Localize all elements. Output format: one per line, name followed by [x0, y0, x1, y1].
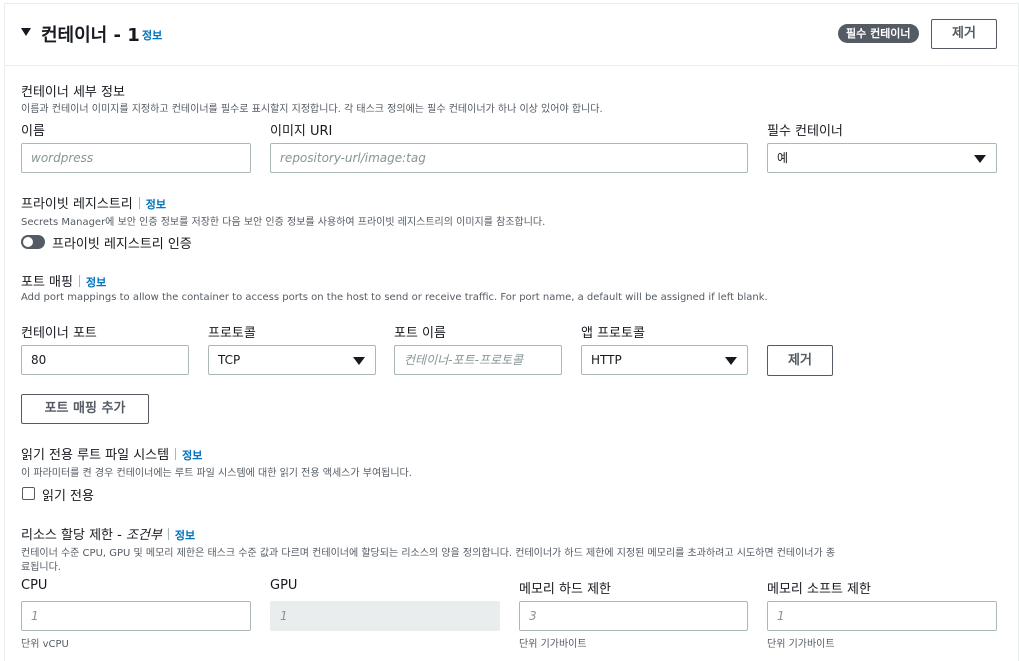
image-uri-label: 이미지 URI [270, 124, 333, 139]
resource-limits-desc-line1: 컨테이너 수준 CPU, GPU 및 메모리 제한은 태스크 수준 값과 다르며… [21, 548, 836, 559]
name-input[interactable]: wordpress [21, 143, 251, 173]
port-mapping-title: 포트 매핑 정보 [21, 271, 106, 290]
remove-container-button[interactable]: 제거 [931, 19, 997, 49]
readonly-fs-title-text: 읽기 전용 루트 파일 시스템 [21, 448, 170, 463]
cpu-label: CPU [21, 578, 48, 593]
container-header: 컨테이너 - 1 정보 필수 컨테이너 제거 [5, 4, 1018, 66]
gpu-label: GPU [270, 578, 298, 593]
app-protocol-select[interactable]: HTTP [581, 345, 748, 375]
name-label: 이름 [21, 124, 45, 139]
memory-hard-limit-input[interactable]: 3 [519, 601, 748, 631]
port-name-input[interactable]: 컨테이너-포트-프로토콜 [394, 345, 562, 375]
separator [167, 528, 169, 540]
memory-soft-limit-hint: 단위 기가바이트 [767, 639, 835, 650]
readonly-fs-title: 읽기 전용 루트 파일 시스템 정보 [21, 444, 202, 463]
readonly-checkbox-label: 읽기 전용 [42, 489, 94, 504]
container-title: 컨테이너 - 1 [41, 25, 140, 46]
remove-port-mapping-button[interactable]: 제거 [767, 345, 833, 376]
protocol-value: TCP [218, 353, 241, 367]
port-name-placeholder: 컨테이너-포트-프로토콜 [404, 353, 524, 367]
protocol-select[interactable]: TCP [208, 345, 376, 375]
app-protocol-label: 앱 프로토콜 [581, 326, 645, 341]
port-mapping-desc: Add port mappings to allow the container… [21, 292, 768, 303]
name-placeholder: wordpress [31, 151, 94, 165]
gpu-placeholder: 1 [280, 609, 288, 623]
memory-soft-limit-label: 메모리 소프트 제한 [767, 582, 871, 597]
separator [78, 275, 80, 287]
readonly-checkbox[interactable] [22, 487, 35, 500]
readonly-fs-desc: 이 파라미터를 켠 경우 컨테이너에는 루트 파일 시스템에 대한 읽기 전용 … [21, 468, 412, 479]
container-panel: 컨테이너 - 1 정보 필수 컨테이너 제거 컨테이너 세부 정보 이름과 컨테… [4, 3, 1019, 661]
essential-value: 예 [777, 151, 789, 165]
essential-container-badge: 필수 컨테이너 [838, 24, 919, 43]
cpu-placeholder: 1 [31, 609, 39, 623]
app-protocol-value: HTTP [591, 353, 622, 367]
container-port-label: 컨테이너 포트 [21, 326, 97, 341]
port-mapping-title-text: 포트 매핑 [21, 275, 73, 290]
title-info-link[interactable]: 정보 [142, 27, 162, 43]
resource-limits-desc-line2: 료됩니다. [21, 562, 61, 573]
memory-hard-limit-label: 메모리 하드 제한 [519, 582, 611, 597]
private-registry-toggle-label: 프라이빗 레지스트리 인증 [52, 237, 192, 252]
memory-hard-limit-placeholder: 3 [529, 609, 537, 623]
essential-label: 필수 컨테이너 [767, 124, 843, 139]
memory-hard-limit-hint: 단위 기가바이트 [519, 639, 587, 650]
memory-soft-limit-input[interactable]: 1 [767, 601, 997, 631]
resource-limits-title-text: 리소스 할당 제한 - [21, 528, 126, 543]
container-details-title: 컨테이너 세부 정보 [21, 85, 125, 100]
private-registry-toggle[interactable] [21, 235, 45, 249]
memory-soft-limit-placeholder: 1 [777, 609, 785, 623]
port-name-label: 포트 이름 [394, 326, 446, 341]
collapse-caret-icon[interactable] [21, 28, 31, 36]
readonly-fs-info-link[interactable]: 정보 [182, 449, 202, 462]
container-port-input[interactable]: 80 [21, 345, 189, 375]
resource-limits-title: 리소스 할당 제한 - 조건부 정보 [21, 524, 195, 543]
add-port-mapping-button[interactable]: 포트 매핑 추가 [21, 394, 149, 424]
private-registry-title: 프라이빗 레지스트리 정보 [21, 193, 166, 212]
cpu-hint: 단위 vCPU [21, 639, 69, 650]
cpu-input[interactable]: 1 [21, 601, 251, 631]
port-mapping-info-link[interactable]: 정보 [86, 276, 106, 289]
image-uri-placeholder: repository-url/image:tag [280, 151, 426, 165]
separator [138, 197, 140, 209]
resource-limits-info-link[interactable]: 정보 [175, 529, 195, 542]
private-registry-info-link[interactable]: 정보 [146, 198, 166, 211]
essential-select[interactable]: 예 [767, 143, 997, 173]
private-registry-title-text: 프라이빗 레지스트리 [21, 197, 133, 212]
private-registry-desc: Secrets Manager에 보안 인증 정보를 저장한 다음 보안 인증 … [21, 217, 546, 228]
container-details-desc: 이름과 컨테이너 이미지를 지정하고 컨테이너를 필수로 표시할지 지정합니다.… [21, 104, 603, 115]
separator [175, 448, 177, 460]
resource-limits-optional: 조건부 [125, 528, 162, 543]
gpu-input: 1 [270, 601, 500, 631]
image-uri-input[interactable]: repository-url/image:tag [270, 143, 748, 173]
container-port-value: 80 [31, 353, 47, 367]
protocol-label: 프로토콜 [208, 326, 256, 341]
